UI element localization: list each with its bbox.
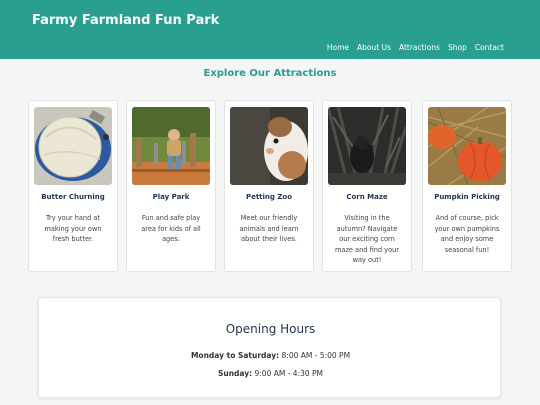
card-description: Try your hand at making your own fresh b… — [44, 214, 102, 243]
attraction-card-butter-churning[interactable]: Butter Churning Try your hand at making … — [28, 100, 118, 272]
butter-photo — [34, 107, 112, 185]
nav-attractions[interactable]: Attractions — [399, 43, 440, 52]
playground-photo — [132, 107, 210, 185]
pumpkin-photo — [428, 107, 506, 185]
nav-home[interactable]: Home — [327, 43, 349, 52]
card-title: Pumpkin Picking — [434, 193, 500, 201]
opening-hours-panel: Opening Hours Monday to Saturday: 8:00 A… — [38, 297, 501, 398]
nav-about-us[interactable]: About Us — [357, 43, 391, 52]
opening-hours-title: Opening Hours — [225, 322, 316, 336]
card-description: Fun and safe play area for kids of all a… — [141, 214, 201, 243]
guinea-pig-photo — [230, 107, 308, 185]
nav-contact[interactable]: Contact — [475, 43, 504, 52]
card-title: Petting Zoo — [245, 193, 293, 201]
card-title: Play Park — [152, 193, 190, 201]
weekday-label: Monday to Saturday: — [190, 351, 280, 360]
card-title: Butter Churning — [41, 193, 105, 201]
nav-shop[interactable]: Shop — [448, 43, 467, 52]
weekday-value: 8:00 AM - 5:00 PM — [279, 351, 351, 360]
weekday-hours: Monday to Saturday: 8:00 AM - 5:00 PM — [39, 351, 502, 360]
sunday-hours: Sunday: 9:00 AM - 4:30 PM — [39, 369, 502, 378]
card-title: Corn Maze — [346, 193, 388, 201]
attraction-card-play-park[interactable]: Play Park Fun and safe play area for kid… — [126, 100, 216, 272]
attraction-card-corn-maze[interactable]: Corn Maze Visiting in the autumn? Naviga… — [322, 100, 412, 272]
card-description: Meet our friendly animals and learn abou… — [239, 214, 299, 243]
site-title[interactable]: Farmy Farmland Fun Park — [32, 13, 219, 28]
site-header: Farmy Farmland Fun Park Home About Us At… — [0, 0, 540, 59]
sunday-label: Sunday: — [217, 369, 253, 378]
sunday-value: 9:00 AM - 4:30 PM — [252, 369, 324, 378]
attraction-card-petting-zoo[interactable]: Petting Zoo Meet our friendly animals an… — [224, 100, 314, 272]
card-description: And of course, pick your own pumpkins an… — [434, 214, 500, 254]
main-nav: Home About Us Attractions Shop Contact — [327, 43, 504, 52]
attractions-heading: Explore Our Attractions — [203, 68, 337, 79]
corn-maze-photo — [328, 107, 406, 185]
card-description: Visiting in the autumn? Navigate our exc… — [334, 214, 400, 264]
attraction-card-pumpkin-picking[interactable]: Pumpkin Picking And of course, pick your… — [422, 100, 512, 272]
